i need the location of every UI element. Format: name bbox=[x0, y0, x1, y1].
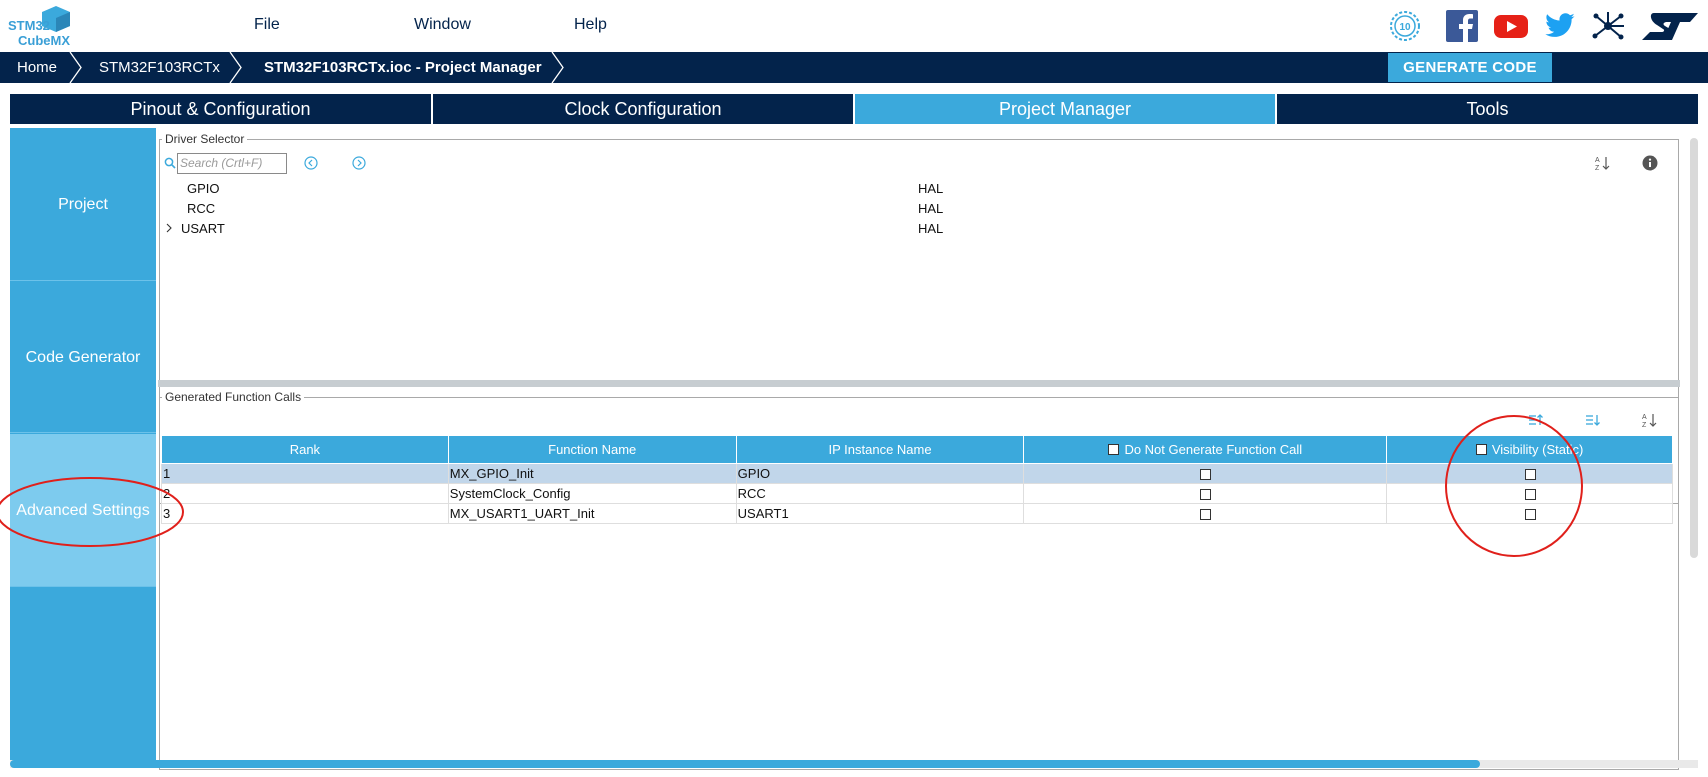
svg-text:Z: Z bbox=[1642, 422, 1647, 429]
tab-project-manager[interactable]: Project Manager bbox=[855, 94, 1275, 124]
do-not-generate-checkbox[interactable] bbox=[1200, 489, 1212, 501]
scrollbar-thumb[interactable] bbox=[10, 760, 1480, 768]
column-header-do-not-generate[interactable]: Do Not Generate Function Call bbox=[1023, 435, 1388, 464]
driver-row-name[interactable]: GPIO bbox=[187, 181, 220, 196]
side-menu: Project Code Generator Advanced Settings bbox=[10, 128, 156, 760]
sort-alpha-icon[interactable]: AZ bbox=[1642, 411, 1658, 429]
svg-text:A: A bbox=[1595, 157, 1600, 164]
side-item-project[interactable]: Project bbox=[10, 128, 156, 281]
visibility-static-highlight-circle bbox=[1445, 415, 1583, 557]
function-name-cell: MX_USART1_UART_Init bbox=[447, 503, 737, 524]
twitter-icon[interactable] bbox=[1543, 10, 1575, 42]
breadcrumb-device[interactable]: STM32F103RCTx bbox=[99, 52, 220, 83]
driver-selector-legend: Driver Selector bbox=[165, 132, 245, 146]
select-all-do-not-generate-checkbox[interactable] bbox=[1108, 444, 1120, 455]
function-name-cell: MX_GPIO_Init bbox=[447, 463, 737, 484]
tab-clock-configuration[interactable]: Clock Configuration bbox=[433, 94, 853, 124]
svg-text:10: 10 bbox=[1399, 22, 1411, 33]
youtube-icon[interactable] bbox=[1494, 10, 1528, 42]
sort-alpha-icon[interactable]: AZ bbox=[1595, 154, 1611, 172]
panel-splitter[interactable] bbox=[158, 380, 1680, 387]
driver-row-type[interactable]: HAL bbox=[918, 181, 943, 196]
menu-file[interactable]: File bbox=[254, 16, 280, 34]
menu-help[interactable]: Help bbox=[574, 16, 607, 34]
logo-line-1: STM32 bbox=[8, 18, 50, 33]
chevron-right-icon bbox=[69, 52, 82, 83]
rank-cell: 3 bbox=[161, 503, 449, 524]
search-icon bbox=[164, 157, 176, 169]
driver-row-name[interactable]: RCC bbox=[187, 201, 215, 216]
advanced-settings-highlight-circle bbox=[0, 477, 184, 547]
driver-search-input[interactable]: Search (Crtl+F) bbox=[177, 153, 287, 174]
function-name-cell: SystemClock_Config bbox=[447, 483, 737, 504]
main-tabs: Pinout & Configuration Clock Configurati… bbox=[10, 94, 1698, 124]
side-item-code-generator[interactable]: Code Generator bbox=[10, 281, 156, 433]
horizontal-scrollbar[interactable] bbox=[10, 760, 1698, 768]
logo-line-2: CubeMX bbox=[18, 33, 70, 48]
ip-instance-cell: GPIO bbox=[735, 463, 1025, 484]
driver-row-type[interactable]: HAL bbox=[918, 201, 943, 216]
rank-cell: 2 bbox=[161, 483, 449, 504]
driver-row-type[interactable]: HAL bbox=[918, 221, 943, 236]
svg-text:Z: Z bbox=[1595, 165, 1600, 172]
do-not-generate-checkbox[interactable] bbox=[1200, 469, 1212, 481]
driver-row-name[interactable]: USART bbox=[181, 221, 225, 236]
vertical-scrollbar[interactable] bbox=[1690, 138, 1698, 558]
tab-tools[interactable]: Tools bbox=[1277, 94, 1698, 124]
do-not-generate-cell bbox=[1023, 483, 1388, 504]
previous-match-icon[interactable] bbox=[304, 156, 318, 170]
side-item-label: Code Generator bbox=[25, 349, 141, 366]
network-icon[interactable] bbox=[1591, 10, 1624, 42]
menu-window[interactable]: Window bbox=[414, 16, 471, 34]
breadcrumb-current: STM32F103RCTx.ioc - Project Manager bbox=[264, 59, 542, 76]
chevron-right-icon bbox=[551, 52, 564, 83]
column-header-function-name[interactable]: Function Name bbox=[447, 435, 737, 464]
do-not-generate-cell bbox=[1023, 503, 1388, 524]
svg-text:A: A bbox=[1642, 414, 1647, 421]
function-calls-legend: Generated Function Calls bbox=[165, 390, 302, 404]
stm32cubemx-logo: STM32 CubeMX bbox=[8, 6, 80, 48]
generate-code-button[interactable]: GENERATE CODE bbox=[1388, 53, 1552, 82]
tab-pinout-configuration[interactable]: Pinout & Configuration bbox=[10, 94, 431, 124]
column-header-label: Do Not Generate Function Call bbox=[1124, 442, 1303, 457]
do-not-generate-checkbox[interactable] bbox=[1200, 509, 1212, 521]
anniversary-10-icon[interactable]: 10 bbox=[1389, 10, 1421, 42]
st-logo-icon[interactable] bbox=[1640, 10, 1700, 42]
next-match-icon[interactable] bbox=[352, 156, 366, 170]
do-not-generate-cell bbox=[1023, 463, 1388, 484]
expand-chevron-icon[interactable] bbox=[164, 223, 174, 233]
chevron-right-icon bbox=[229, 52, 242, 83]
ip-instance-cell: RCC bbox=[735, 483, 1025, 504]
side-item-label: Project bbox=[58, 196, 108, 213]
ip-instance-cell: USART1 bbox=[735, 503, 1025, 524]
column-header-ip-instance[interactable]: IP Instance Name bbox=[735, 435, 1025, 464]
info-icon[interactable] bbox=[1642, 155, 1658, 171]
facebook-icon[interactable] bbox=[1446, 10, 1478, 42]
column-header-rank[interactable]: Rank bbox=[161, 435, 449, 464]
rank-cell: 1 bbox=[161, 463, 449, 484]
breadcrumb-home[interactable]: Home bbox=[17, 52, 57, 83]
top-menu-bar: STM32 CubeMX File Window Help 10 bbox=[0, 0, 1708, 52]
breadcrumb: Home STM32F103RCTx STM32F103RCTx.ioc - P… bbox=[0, 52, 1708, 83]
